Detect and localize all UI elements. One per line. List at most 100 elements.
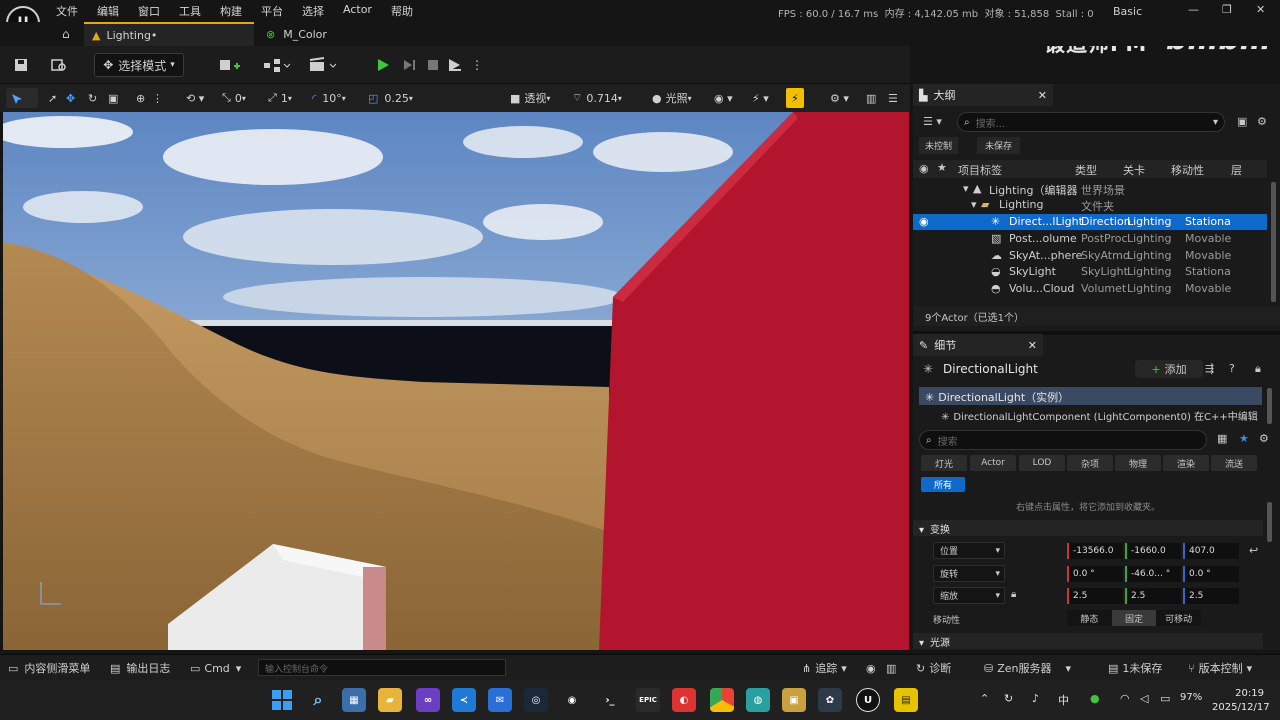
outliner-row-sky-atmosphere[interactable]: ☁ SkyAt...phere SkyAtmo Lighting Movable <box>913 248 1267 264</box>
more-icon[interactable]: ⋮ <box>152 88 163 108</box>
scale-snap[interactable]: ◰ 0.25 ▾ <box>368 88 413 108</box>
record-icon[interactable]: ◉ <box>866 660 876 676</box>
scale-tool-icon[interactable]: ▣ <box>108 88 118 108</box>
blueprint-icon[interactable] <box>258 53 294 77</box>
save-icon[interactable] <box>10 53 32 77</box>
visibility-icon[interactable]: ◉ <box>919 215 929 228</box>
component-instance-row[interactable]: ✳ DirectionalLight（实例） <box>919 387 1262 405</box>
blueprint-icon[interactable]: ⇶ <box>1205 362 1214 375</box>
details-tab[interactable]: ✎ 细节 ✕ <box>913 334 1043 356</box>
help-icon[interactable]: ? <box>1229 362 1235 375</box>
transform-section[interactable]: ▾ 变换 <box>913 520 1263 536</box>
rotation-snap[interactable]: ◜ 10° ▾ <box>312 88 346 108</box>
camera-speed[interactable]: ⌔ 0.714 ▾ <box>572 88 622 108</box>
menu-platforms[interactable]: 平台 <box>261 3 283 19</box>
minimize-button[interactable]: — <box>1188 3 1199 16</box>
wechat-icon[interactable]: ● <box>1090 692 1100 705</box>
chevron-up-icon[interactable]: ⌃ <box>980 692 989 705</box>
settings-icon[interactable]: ⚙ <box>1257 115 1267 128</box>
chrome-icon[interactable] <box>710 688 734 712</box>
ime-indicator[interactable]: 中 <box>1058 692 1069 708</box>
play-icon[interactable] <box>372 53 394 77</box>
outliner-row-sky-light[interactable]: ◒ SkyLight SkyLight Lighting Stationa <box>913 264 1267 280</box>
add-actor-icon[interactable] <box>214 53 246 77</box>
terminal-icon[interactable]: ›_ <box>598 688 622 712</box>
tab-lighting[interactable]: ▲ Lighting• <box>84 22 254 46</box>
mobility-static[interactable]: 静态 <box>1067 610 1112 626</box>
select-tool-icon[interactable]: ➚ <box>48 88 57 108</box>
settings-icon[interactable]: ⚙ ▾ <box>830 88 849 108</box>
surface-snap-icon[interactable]: ⟲ ▾ <box>186 88 204 108</box>
close-window-button[interactable]: ✕ <box>1256 3 1265 16</box>
rotation-y[interactable]: -46.0... ° <box>1125 566 1181 582</box>
column-type[interactable]: 类型 <box>1075 162 1097 178</box>
outliner-row-post-process[interactable]: ▧ Post...olume PostProc Lighting Movable <box>913 231 1267 247</box>
rotation-z[interactable]: 0.0 ° <box>1183 566 1239 582</box>
filter-all[interactable]: 所有 <box>921 477 965 492</box>
visual-studio-icon[interactable]: ∞ <box>416 688 440 712</box>
filter-misc[interactable]: 杂项 <box>1067 455 1113 471</box>
column-label[interactable]: 项目标签 <box>958 162 1002 178</box>
close-icon[interactable]: ✕ <box>1028 339 1037 352</box>
menu-window[interactable]: 窗口 <box>138 3 160 19</box>
column-layer[interactable]: 层 <box>1231 162 1242 178</box>
grid-snap[interactable]: ⤢ 1 ▾ <box>268 88 292 108</box>
rotation-x[interactable]: 0.0 ° <box>1067 566 1123 582</box>
epic-games-icon[interactable]: EPIC <box>636 688 660 712</box>
column-mobility[interactable]: 移动性 <box>1171 162 1204 178</box>
performance-icon[interactable]: ⚡ ▾ <box>752 88 769 108</box>
output-log-button[interactable]: ▤ 输出日志 <box>110 660 170 676</box>
file-explorer-icon[interactable]: ▰ <box>378 688 402 712</box>
scale-dropdown[interactable]: 缩放 ▾ <box>933 587 1005 604</box>
scale-z[interactable]: 2.5 <box>1183 588 1239 604</box>
calculator-icon[interactable]: ▦ <box>342 688 366 712</box>
vscode-icon[interactable]: ≺ <box>452 688 476 712</box>
filter-rendering[interactable]: 渲染 <box>1163 455 1209 471</box>
davinci-icon[interactable]: ✿ <box>818 688 842 712</box>
star-icon[interactable]: ★ <box>1239 432 1249 445</box>
translate-tool-icon[interactable]: ✥ <box>66 88 75 108</box>
outliner-row-folder[interactable]: ▾ ▰ Lighting 文件夹 <box>913 197 1267 213</box>
filter-icon[interactable]: ☰ ▾ <box>923 115 942 128</box>
table-view-icon[interactable]: ▦ <box>1217 432 1227 445</box>
location-y[interactable]: -1660.0 <box>1125 543 1181 559</box>
scale-y[interactable]: 2.5 <box>1125 588 1181 604</box>
mobility-movable[interactable]: 可移动 <box>1156 610 1201 626</box>
show-flags-icon[interactable]: ◉ ▾ <box>714 88 733 108</box>
menu-build[interactable]: 构建 <box>220 3 242 19</box>
tab-m-color[interactable]: ⊗ M_Color <box>262 22 372 46</box>
microphone-icon[interactable]: ♪ <box>1032 692 1039 705</box>
cmd-dropdown[interactable]: ▭ Cmd ▾ <box>190 660 241 676</box>
menu-tools[interactable]: 工具 <box>179 3 201 19</box>
app-icon[interactable]: ◐ <box>672 688 696 712</box>
level-viewport[interactable] <box>3 112 909 650</box>
lighting-mode-dropdown[interactable]: ● 光照 ▾ <box>652 88 692 108</box>
mobility-stationary[interactable]: 固定 <box>1111 610 1157 626</box>
reset-icon[interactable]: ↩ <box>1249 544 1258 557</box>
add-component-button[interactable]: + 添加 <box>1135 360 1203 378</box>
layout-icon[interactable]: ▥ <box>866 88 876 108</box>
image-viewer-icon[interactable]: ▣ <box>782 688 806 712</box>
column-level[interactable]: 关卡 <box>1123 162 1145 178</box>
add-folder-icon[interactable]: ▣ <box>1237 115 1247 128</box>
wifi-icon[interactable]: ◠ <box>1120 692 1130 705</box>
volume-icon[interactable]: ◁ <box>1140 692 1148 705</box>
filter-actor[interactable]: Actor <box>970 455 1016 471</box>
restore-button[interactable]: ❐ <box>1222 3 1232 16</box>
trace-dropdown[interactable]: ⋔ 追踪 ▾ <box>802 660 847 676</box>
step-icon[interactable] <box>398 53 420 77</box>
outliner-scrollbar[interactable] <box>1271 182 1276 302</box>
lock-icon[interactable]: 🔒︎ <box>1011 589 1016 600</box>
menu-select[interactable]: 选择 <box>302 3 324 19</box>
unsaved-button[interactable]: ▤ 1未保存 <box>1108 660 1162 676</box>
console-input[interactable]: 输入控制台命令 <box>258 659 506 676</box>
rotate-tool-icon[interactable]: ↻ <box>88 88 97 108</box>
stats-icon[interactable]: ▥ <box>886 660 896 676</box>
launch-icon[interactable] <box>444 53 466 77</box>
source-control-button[interactable]: ⑂ 版本控制 ▾ <box>1188 660 1252 676</box>
rotation-dropdown[interactable]: 旋转 ▾ <box>933 565 1005 582</box>
zen-server-button[interactable]: ⛁ Zen服务器 ▾ <box>984 660 1071 676</box>
cinematics-icon[interactable] <box>304 53 340 77</box>
select-mode-dropdown[interactable]: ✥ 选择模式 ▾ <box>94 53 184 77</box>
notes-icon[interactable]: ▤ <box>894 688 918 712</box>
